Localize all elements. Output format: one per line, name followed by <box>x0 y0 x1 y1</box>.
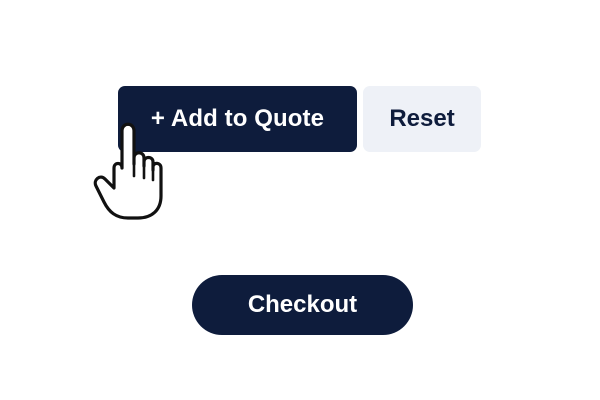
add-to-quote-button[interactable]: + Add to Quote <box>118 86 357 152</box>
reset-button[interactable]: Reset <box>363 86 481 152</box>
checkout-button[interactable]: Checkout <box>192 275 413 335</box>
page: + Add to Quote Reset Checkout <box>0 0 600 400</box>
